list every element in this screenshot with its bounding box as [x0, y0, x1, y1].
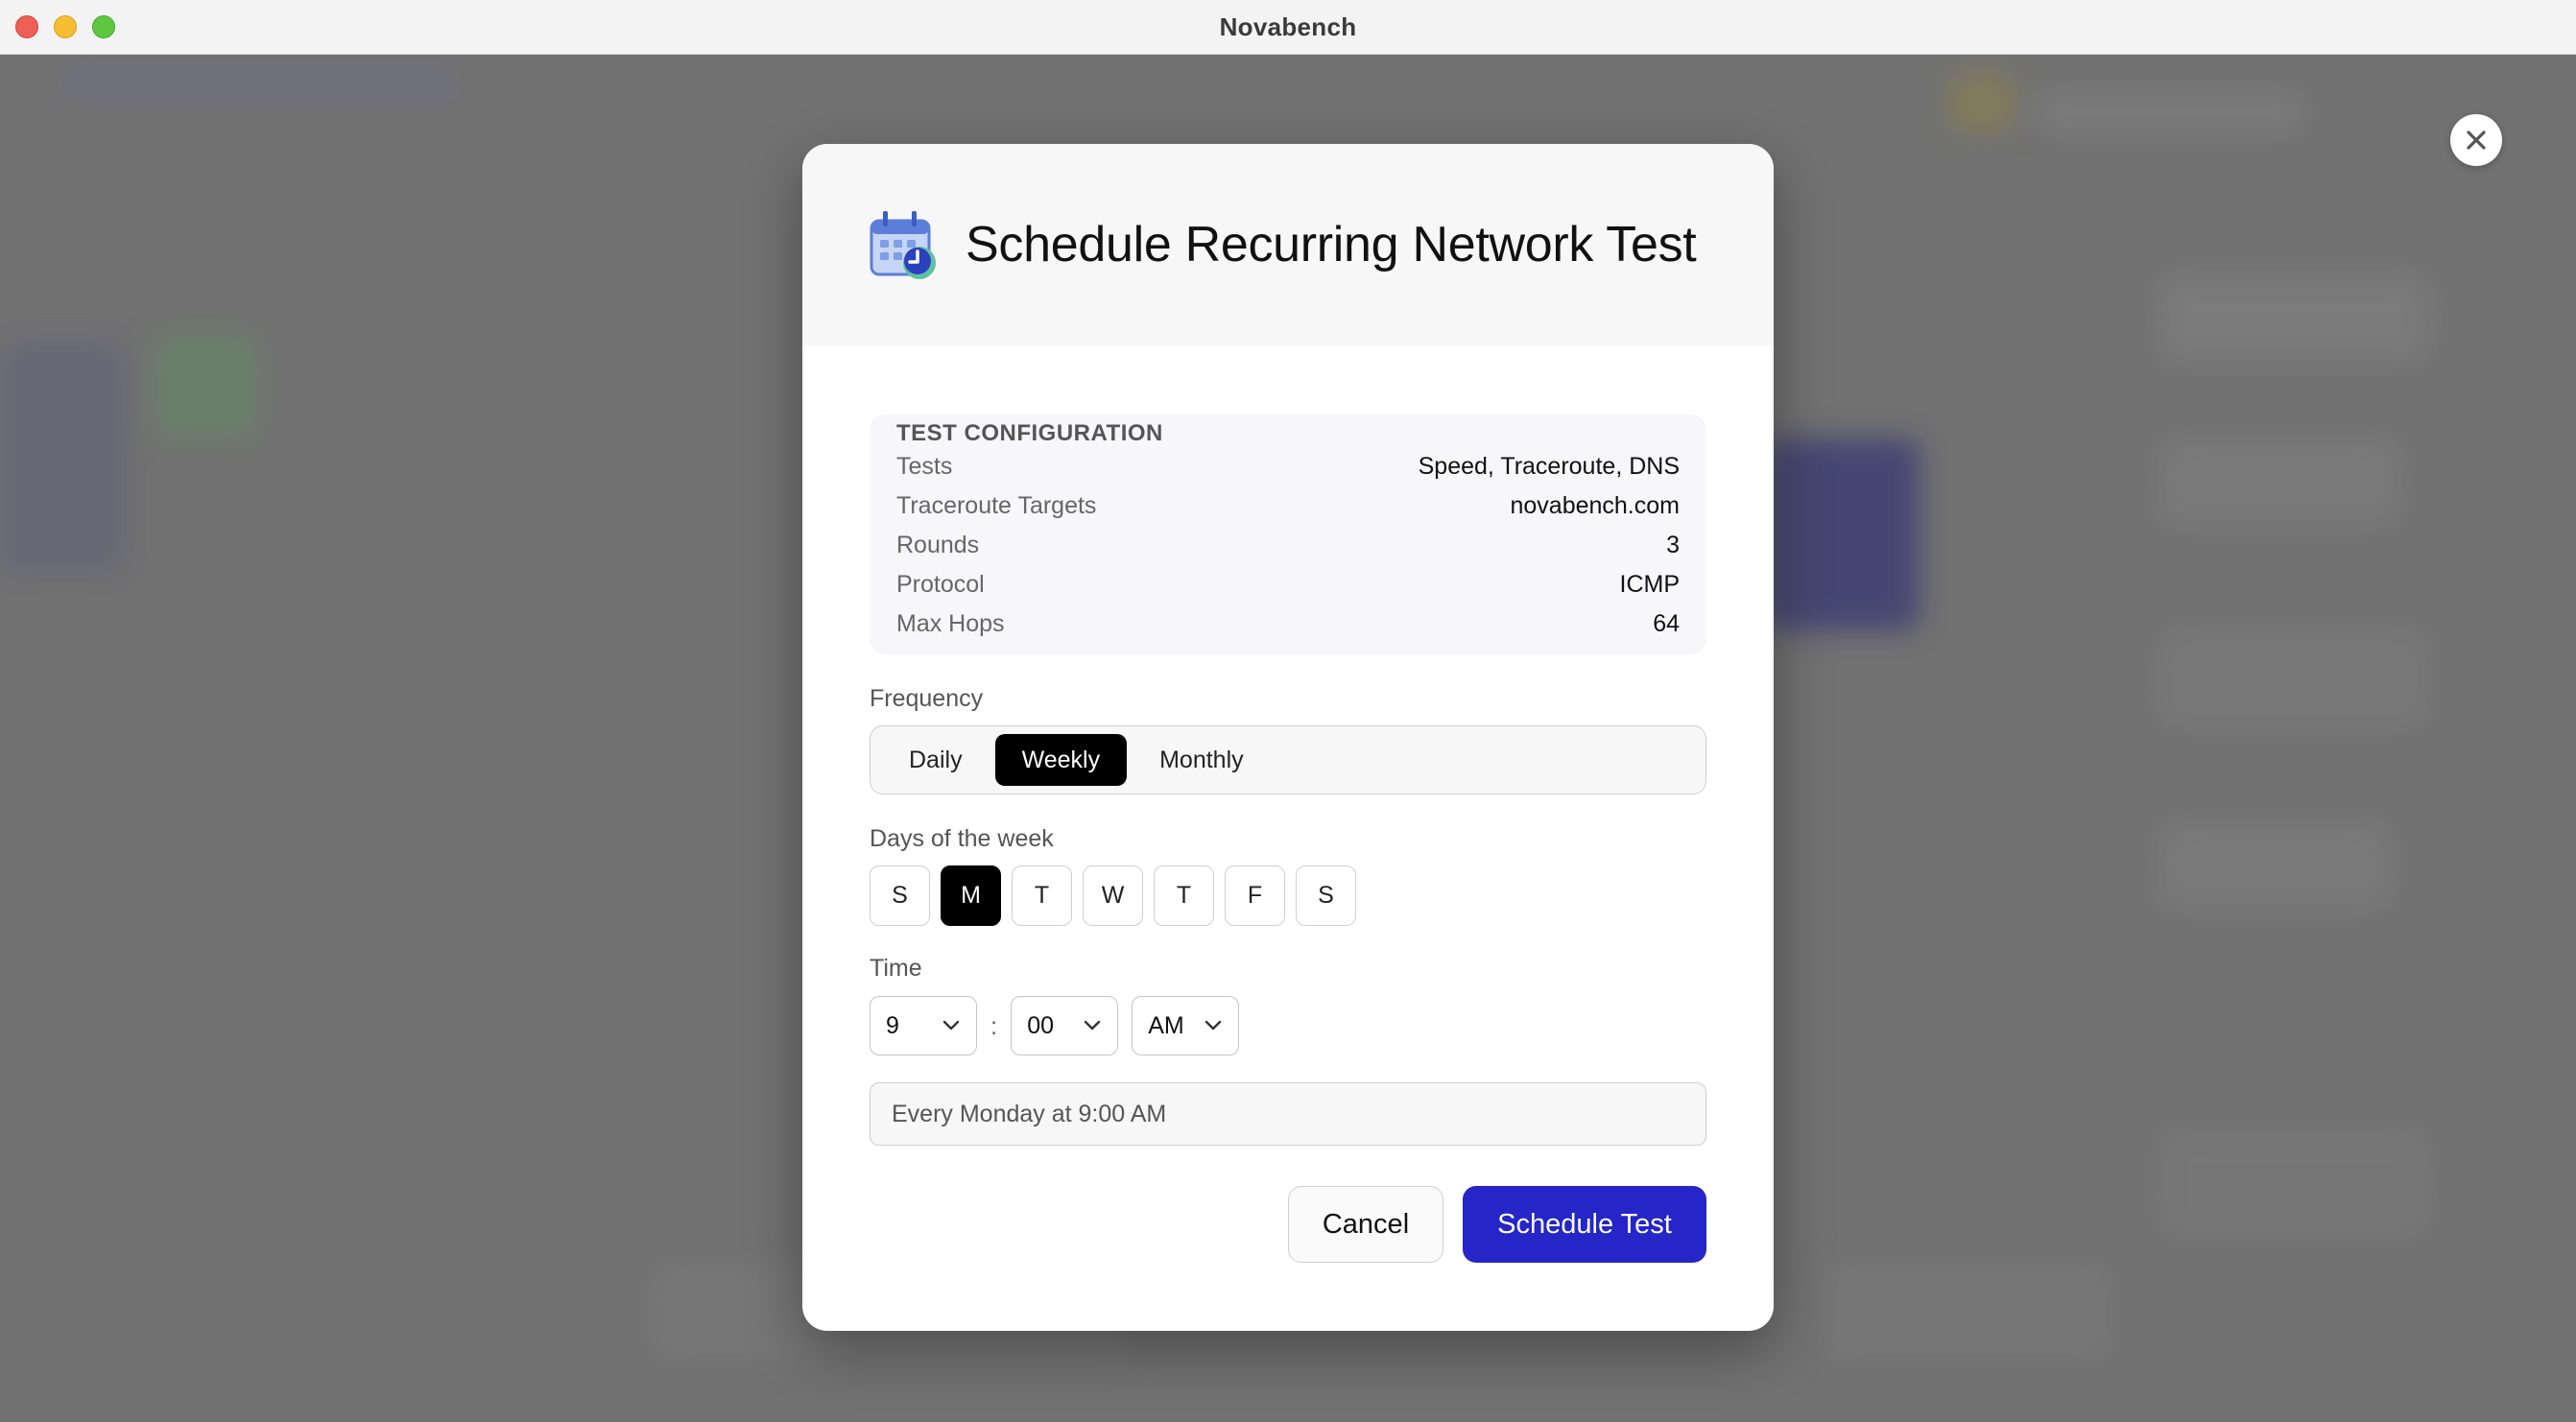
title-bar: Novabench [0, 0, 2576, 55]
dialog-title: Schedule Recurring Network Test [966, 217, 1697, 273]
dialog-header: Schedule Recurring Network Test [802, 144, 1774, 345]
frequency-segmented-control: Daily Weekly Monthly [870, 725, 1706, 794]
time-picker: 9 : 00 AM [870, 996, 1240, 1055]
hour-select[interactable]: 9 [870, 996, 977, 1055]
config-label: Tests [896, 452, 953, 480]
config-label: Max Hops [896, 609, 1005, 637]
config-value: Speed, Traceroute, DNS [1418, 452, 1680, 480]
config-heading: TEST CONFIGURATION [896, 420, 1163, 446]
config-label: Rounds [896, 531, 980, 558]
chevron-down-icon [1085, 1020, 1101, 1031]
schedule-summary: Every Monday at 9:00 AM [870, 1082, 1706, 1146]
period-select[interactable]: AM [1132, 996, 1240, 1055]
config-value: novabench.com [1510, 491, 1680, 519]
schedule-test-button[interactable]: Schedule Test [1463, 1186, 1706, 1263]
config-row-traceroute-targets: Traceroute Targets novabench.com [896, 486, 1680, 525]
dismiss-dialog-button[interactable] [2450, 114, 2502, 166]
config-row-tests: Tests Speed, Traceroute, DNS [896, 447, 1680, 486]
window-title: Novabench [1219, 12, 1357, 41]
config-label: Protocol [896, 570, 985, 598]
frequency-option-monthly[interactable]: Monthly [1133, 734, 1271, 786]
chevron-down-icon [1205, 1020, 1222, 1031]
config-value: ICMP [1619, 570, 1681, 598]
chevron-down-icon [942, 1020, 960, 1031]
config-row-rounds: Rounds 3 [896, 526, 1680, 564]
schedule-dialog: Schedule Recurring Network Test TEST CON… [802, 144, 1774, 1331]
day-toggle-tuesday[interactable]: T [1012, 865, 1072, 926]
zoom-window-button[interactable] [92, 15, 115, 38]
period-value: AM [1148, 1011, 1184, 1039]
hour-value: 9 [886, 1011, 899, 1039]
app-window: Novabench Schedule Recurring Network Tes… [0, 0, 2576, 1422]
config-row-protocol: Protocol ICMP [896, 565, 1680, 604]
time-label: Time [870, 955, 922, 982]
time-separator: : [990, 1010, 998, 1040]
window-controls [15, 15, 115, 38]
minute-value: 00 [1027, 1011, 1055, 1039]
minute-select[interactable]: 00 [1011, 996, 1119, 1055]
day-toggle-saturday[interactable]: S [1296, 865, 1356, 926]
minimize-window-button[interactable] [54, 15, 77, 38]
config-value: 3 [1666, 531, 1680, 558]
day-toggle-thursday[interactable]: T [1154, 865, 1214, 926]
day-toggle-wednesday[interactable]: W [1083, 865, 1143, 926]
dialog-body: TEST CONFIGURATION Tests Speed, Tracerou… [802, 415, 1774, 654]
day-toggle-monday[interactable]: M [941, 865, 1001, 926]
days-of-week-picker: S M T W T F S [870, 865, 1356, 926]
config-value: 64 [1653, 609, 1680, 637]
config-row-max-hops: Max Hops 64 [896, 604, 1680, 643]
close-window-button[interactable] [15, 15, 38, 38]
test-configuration-panel: TEST CONFIGURATION Tests Speed, Tracerou… [870, 415, 1706, 654]
calendar-clock-icon [870, 211, 936, 279]
frequency-option-daily[interactable]: Daily [882, 734, 990, 786]
close-icon [2467, 130, 2486, 150]
day-toggle-friday[interactable]: F [1225, 865, 1285, 926]
config-label: Traceroute Targets [896, 491, 1097, 519]
frequency-label: Frequency [870, 685, 984, 712]
days-label: Days of the week [870, 825, 1054, 852]
day-toggle-sunday[interactable]: S [870, 865, 930, 926]
cancel-button[interactable]: Cancel [1288, 1186, 1443, 1263]
frequency-option-weekly[interactable]: Weekly [994, 734, 1128, 786]
